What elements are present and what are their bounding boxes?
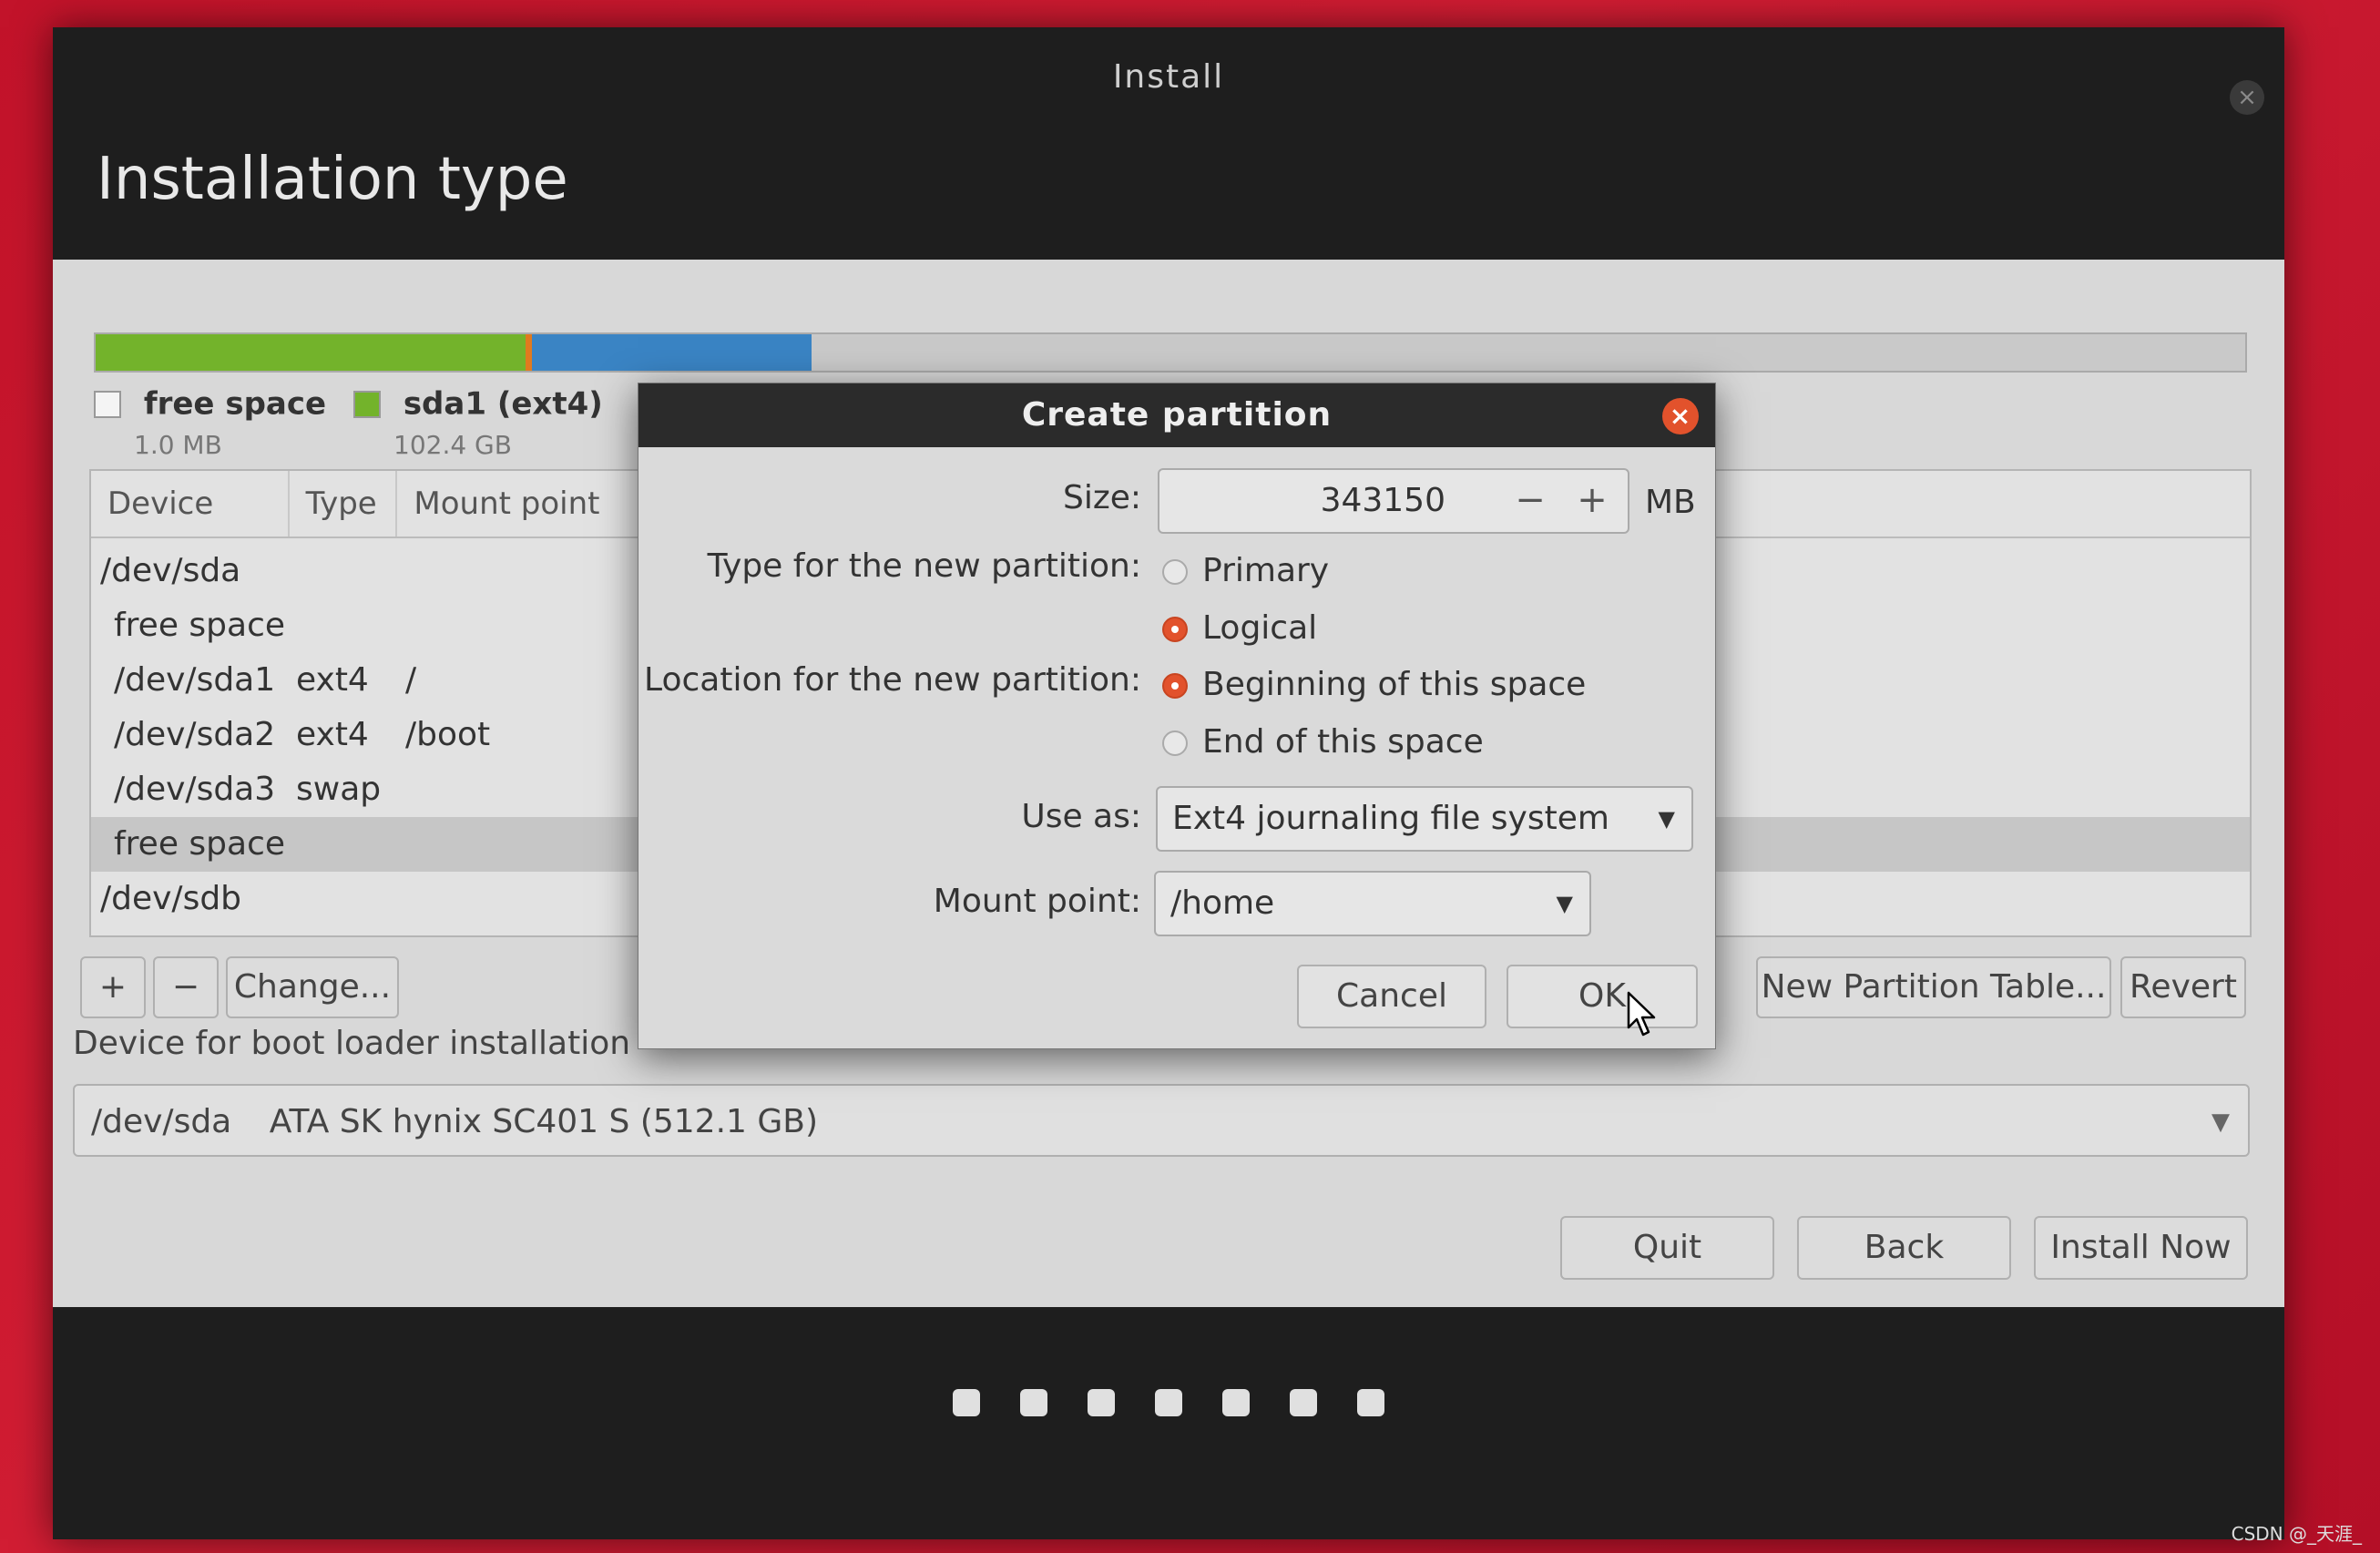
- progress-dots: [53, 1389, 2284, 1420]
- radio-icon: [1162, 559, 1188, 585]
- legend-size: 102.4 GB: [393, 430, 512, 460]
- cancel-button[interactable]: Cancel: [1297, 965, 1486, 1028]
- radio-selected-icon: [1162, 617, 1188, 642]
- decrement-button[interactable]: −: [1498, 470, 1562, 532]
- device-cell: /dev/sda: [100, 552, 241, 589]
- new-partition-table-button[interactable]: New Partition Table...: [1756, 956, 2111, 1018]
- window-title: Install: [1112, 58, 1225, 96]
- boot-loader-select[interactable]: /dev/sda ATA SK hynix SC401 S (512.1 GB)…: [73, 1084, 2250, 1157]
- size-spinbox[interactable]: 343150 − +: [1158, 468, 1629, 534]
- boot-device-description: ATA SK hynix SC401 S (512.1 GB): [269, 1103, 819, 1140]
- size-unit-label: MB: [1645, 484, 1696, 521]
- mount-point-combo[interactable]: /home ▼: [1154, 871, 1591, 936]
- legend-name: free space: [143, 385, 327, 423]
- device-cell: free space: [114, 607, 286, 644]
- create-partition-dialog: Create partition × Size: 343150 − + MB T…: [638, 383, 1716, 1049]
- progress-dot: [1155, 1389, 1182, 1416]
- size-value[interactable]: 343150: [1321, 470, 1445, 532]
- use-as-label: Use as:: [1021, 798, 1141, 835]
- legend-name: sda1 (ext4): [403, 385, 603, 423]
- radio-logical[interactable]: Logical: [1162, 609, 1317, 647]
- back-button[interactable]: Back: [1797, 1216, 2011, 1280]
- mount-cell: /boot: [405, 716, 491, 753]
- radio-end[interactable]: End of this space: [1162, 723, 1484, 761]
- type-cell: ext4: [296, 661, 369, 699]
- change-partition-button[interactable]: Change...: [226, 956, 399, 1018]
- use-as-value: Ext4 journaling file system: [1172, 800, 1609, 837]
- chevron-down-icon: ▼: [1658, 806, 1675, 832]
- column-device[interactable]: Device: [91, 471, 290, 536]
- legend-sda1: sda1 (ext4) 102.4 GB: [353, 384, 603, 460]
- close-icon[interactable]: ×: [1662, 398, 1699, 434]
- device-cell: /dev/sdb: [100, 880, 242, 917]
- device-cell: /dev/sda2: [114, 716, 276, 753]
- increment-button[interactable]: +: [1560, 470, 1624, 532]
- install-now-button[interactable]: Install Now: [2034, 1216, 2248, 1280]
- boot-loader-label: Device for boot loader installation: [73, 1025, 631, 1062]
- radio-beginning[interactable]: Beginning of this space: [1162, 666, 1586, 703]
- mount-cell: /: [405, 661, 417, 699]
- add-partition-button[interactable]: +: [80, 956, 146, 1018]
- progress-dot: [1222, 1389, 1250, 1416]
- close-icon[interactable]: ×: [2230, 80, 2264, 115]
- radio-logical-label: Logical: [1202, 609, 1318, 647]
- type-cell: swap: [296, 771, 382, 808]
- watermark: CSDN @_天涯_: [2231, 1523, 2362, 1545]
- use-as-dropdown[interactable]: Ext4 journaling file system ▼: [1156, 786, 1693, 852]
- segment-sda3: [532, 334, 812, 371]
- legend-size: 1.0 MB: [134, 430, 222, 460]
- progress-dot: [1088, 1389, 1115, 1416]
- mouse-cursor-icon: [1627, 991, 1656, 1037]
- chevron-down-icon: ▼: [1556, 891, 1573, 916]
- device-cell: /dev/sda3: [114, 771, 276, 808]
- radio-primary-label: Primary: [1202, 552, 1330, 589]
- dialog-title: Create partition ×: [638, 383, 1715, 447]
- segment-free: [811, 334, 2245, 371]
- boot-device: /dev/sda: [91, 1103, 232, 1140]
- device-cell: free space: [114, 825, 286, 863]
- progress-dot: [1020, 1389, 1047, 1416]
- radio-primary[interactable]: Primary: [1162, 552, 1329, 589]
- quit-button[interactable]: Quit: [1560, 1216, 1774, 1280]
- mount-point-value[interactable]: /home: [1170, 884, 1274, 922]
- progress-dot: [1290, 1389, 1317, 1416]
- radio-icon: [1162, 731, 1188, 756]
- ok-button[interactable]: OK: [1507, 965, 1698, 1028]
- page-title: Installation type: [97, 146, 568, 213]
- segment-sda1: [96, 334, 526, 371]
- remove-partition-button[interactable]: −: [153, 956, 219, 1018]
- legend-swatch: [353, 390, 381, 418]
- chevron-down-icon: ▼: [2211, 1109, 2230, 1136]
- progress-dot: [953, 1389, 980, 1416]
- mount-point-label: Mount point:: [933, 883, 1141, 920]
- type-label: Type for the new partition:: [707, 547, 1141, 585]
- radio-end-label: End of this space: [1202, 723, 1484, 761]
- location-label: Location for the new partition:: [644, 661, 1141, 699]
- size-label: Size:: [1062, 479, 1141, 516]
- column-type[interactable]: Type: [290, 471, 398, 536]
- segment-sda2: [526, 334, 533, 371]
- legend-free-space: free space 1.0 MB: [94, 384, 327, 460]
- dialog-title-text: Create partition: [1021, 396, 1333, 434]
- radio-beginning-label: Beginning of this space: [1202, 666, 1587, 703]
- progress-dot: [1357, 1389, 1384, 1416]
- device-cell: /dev/sda1: [114, 661, 276, 699]
- type-cell: ext4: [296, 716, 369, 753]
- revert-button[interactable]: Revert: [2120, 956, 2246, 1018]
- partition-usage-bar: [94, 332, 2247, 373]
- radio-selected-icon: [1162, 673, 1188, 699]
- legend-swatch: [94, 390, 121, 418]
